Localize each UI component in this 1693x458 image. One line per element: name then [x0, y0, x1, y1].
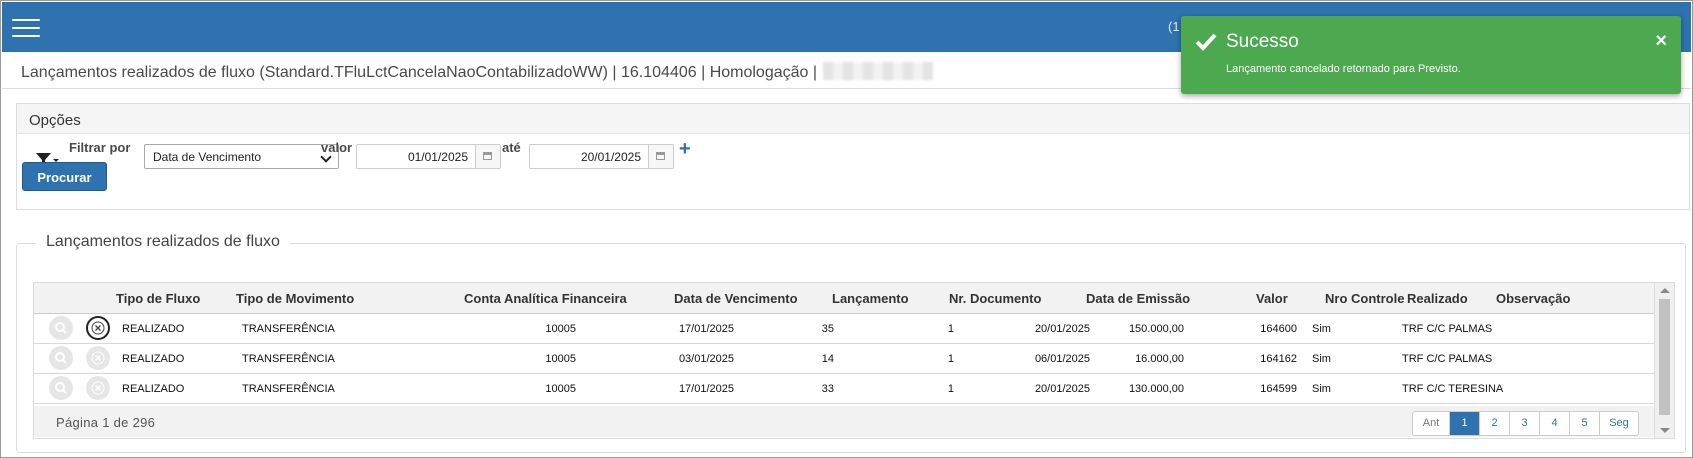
page-title: Lançamentos realizados de fluxo (Standar…: [21, 62, 934, 82]
page-button[interactable]: 2: [1480, 412, 1510, 435]
column-header[interactable]: Conta Analítica Financeira: [464, 291, 627, 306]
cell-lancamento: 33: [821, 383, 834, 395]
cell-controle: 164600: [1260, 323, 1297, 335]
grid-footer: Página 1 de 296 Ant 1 2 3 4 5 Seg: [34, 406, 1654, 437]
cell-observacao: TRF C/C TERESINA: [1402, 383, 1504, 395]
cell-tipo-fluxo: REALIZADO: [122, 383, 185, 395]
from-date-input[interactable]: 01/01/2025: [356, 144, 501, 169]
column-header[interactable]: Tipo de Fluxo: [116, 291, 200, 306]
cell-vencimento: 03/01/2025: [678, 353, 734, 365]
column-header[interactable]: Observação: [1496, 291, 1570, 306]
column-header[interactable]: Valor: [1256, 291, 1288, 306]
cell-conta: 10005: [545, 353, 576, 365]
toast-title: Sucesso: [1226, 31, 1299, 52]
cell-documento: 1: [947, 383, 954, 395]
view-button[interactable]: [49, 376, 73, 400]
cancel-entry-button[interactable]: [86, 346, 110, 370]
cell-tipo-movimento: TRANSFERÊNCIA: [242, 323, 335, 335]
view-button[interactable]: [49, 346, 73, 370]
cell-conta: 10005: [545, 323, 576, 335]
column-header[interactable]: Lançamento: [832, 291, 909, 306]
scroll-thumb[interactable]: [1659, 299, 1670, 415]
cell-tipo-movimento: TRANSFERÊNCIA: [242, 353, 335, 365]
value-label: valor: [321, 140, 353, 155]
cell-lancamento: 14: [821, 353, 834, 365]
table-row[interactable]: REALIZADO TRANSFERÊNCIA 10005 03/01/2025…: [34, 344, 1654, 374]
hamburger-menu-icon[interactable]: [12, 19, 40, 37]
toast-message: Lançamento cancelado retornado para Prev…: [1226, 63, 1461, 75]
cell-observacao: TRF C/C PALMAS: [1402, 323, 1493, 335]
search-icon: [55, 322, 67, 334]
cell-valor: 130.000,00: [1128, 383, 1184, 395]
page-button[interactable]: 5: [1570, 412, 1600, 435]
pagination: Ant 1 2 3 4 5 Seg: [1412, 411, 1639, 436]
cell-documento: 1: [947, 353, 954, 365]
user-info: (1: [1168, 19, 1180, 34]
cell-tipo-fluxo: REALIZADO: [122, 353, 185, 365]
table-row[interactable]: REALIZADO TRANSFERÊNCIA 10005 17/01/2025…: [34, 374, 1654, 404]
page-button[interactable]: 4: [1540, 412, 1570, 435]
cell-realizado: Sim: [1312, 323, 1331, 335]
cell-realizado: Sim: [1312, 353, 1331, 365]
calendar-icon[interactable]: [475, 145, 500, 168]
table-header: Tipo de Fluxo Tipo de Movimento Conta An…: [34, 283, 1654, 314]
close-icon[interactable]: ×: [1655, 31, 1667, 51]
column-header[interactable]: Data de Emissão: [1086, 291, 1190, 306]
page-button[interactable]: 1: [1450, 412, 1480, 435]
page-button[interactable]: 3: [1510, 412, 1540, 435]
cell-emissao: 20/01/2025: [1034, 383, 1090, 395]
scroll-up-icon[interactable]: [1660, 288, 1670, 293]
options-header: Opções: [17, 104, 1689, 134]
table-row[interactable]: REALIZADO TRANSFERÊNCIA 10005 17/01/2025…: [34, 314, 1654, 344]
to-date-input[interactable]: 20/01/2025: [529, 144, 674, 169]
cell-realizado: Sim: [1312, 383, 1331, 395]
cell-controle: 164162: [1260, 353, 1297, 365]
filter-by-label: Filtrar por: [69, 140, 131, 155]
column-header[interactable]: Nro Controle: [1325, 291, 1404, 306]
cell-documento: 1: [947, 323, 954, 335]
cell-conta: 10005: [545, 383, 576, 395]
cell-tipo-fluxo: REALIZADO: [122, 323, 185, 335]
add-filter-icon[interactable]: +: [679, 138, 691, 161]
success-toast: Sucesso Lançamento cancelado retornado p…: [1181, 16, 1681, 94]
page-info: Página 1 de 296: [56, 415, 156, 430]
vertical-scrollbar[interactable]: [1654, 283, 1674, 438]
search-icon: [55, 382, 67, 394]
close-icon: [91, 381, 105, 395]
cell-controle: 164599: [1260, 383, 1297, 395]
view-button[interactable]: [49, 316, 73, 340]
cell-emissao: 20/01/2025: [1034, 323, 1090, 335]
cell-vencimento: 17/01/2025: [678, 323, 734, 335]
cell-emissao: 06/01/2025: [1034, 353, 1090, 365]
search-icon: [55, 352, 67, 364]
search-button[interactable]: Procurar: [22, 162, 107, 191]
cell-tipo-movimento: TRANSFERÊNCIA: [242, 383, 335, 395]
column-header[interactable]: Realizado: [1407, 291, 1468, 306]
cell-valor: 150.000,00: [1128, 323, 1184, 335]
cancel-entry-button[interactable]: [86, 316, 110, 340]
calendar-icon[interactable]: [648, 145, 673, 168]
checkmark-icon: [1195, 33, 1217, 51]
column-header[interactable]: Nr. Documento: [949, 291, 1041, 306]
prev-page-button[interactable]: Ant: [1413, 412, 1450, 435]
options-panel: Opções Filtrar por Data de Vencimento va…: [16, 103, 1690, 210]
redacted-user: [823, 62, 934, 80]
until-label: até: [502, 140, 521, 155]
column-header[interactable]: Data de Vencimento: [674, 291, 798, 306]
cell-valor: 16.000,00: [1135, 353, 1184, 365]
cell-vencimento: 17/01/2025: [678, 383, 734, 395]
results-legend: Lançamentos realizados de fluxo: [36, 233, 290, 251]
cell-observacao: TRF C/C PALMAS: [1402, 353, 1493, 365]
scroll-down-icon[interactable]: [1660, 428, 1670, 433]
column-header[interactable]: Tipo de Movimento: [236, 291, 354, 306]
close-icon: [91, 351, 105, 365]
cell-lancamento: 35: [821, 323, 834, 335]
results-grid: Tipo de Fluxo Tipo de Movimento Conta An…: [33, 282, 1675, 439]
next-page-button[interactable]: Seg: [1600, 412, 1638, 435]
filter-field-select[interactable]: Data de Vencimento: [144, 144, 339, 169]
cancel-entry-button[interactable]: [86, 376, 110, 400]
close-icon: [91, 321, 105, 335]
